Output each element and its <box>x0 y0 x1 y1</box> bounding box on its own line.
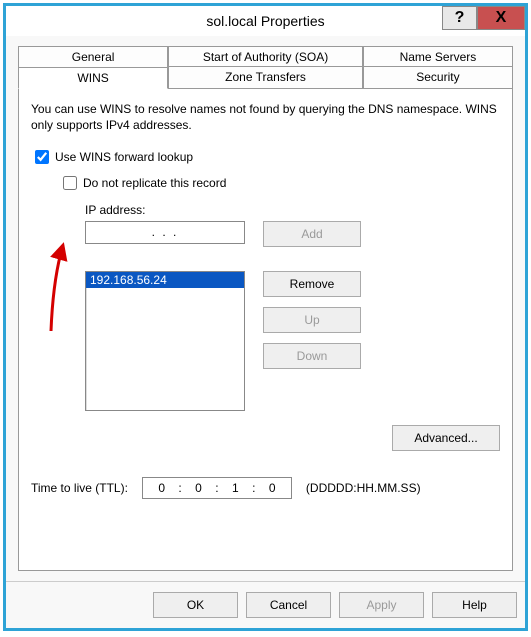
titlebar: sol.local Properties ? X <box>6 6 525 36</box>
ttl-format: (DDDDD:HH.MM.SS) <box>306 481 421 495</box>
ttl-minutes[interactable]: 1 <box>221 481 251 495</box>
remove-button[interactable]: Remove <box>263 271 361 297</box>
ttl-input[interactable]: 0: 0: 1: 0 <box>142 477 292 499</box>
titlebar-buttons: ? X <box>442 6 525 30</box>
dialog-footer: OK Cancel Apply Help <box>6 581 525 628</box>
apply-button[interactable]: Apply <box>339 592 424 618</box>
cancel-button[interactable]: Cancel <box>246 592 331 618</box>
help-button[interactable]: ? <box>442 6 477 30</box>
do-not-replicate-label: Do not replicate this record <box>83 176 226 190</box>
ttl-label: Time to live (TTL): <box>31 481 128 495</box>
description-text: You can use WINS to resolve names not fo… <box>31 101 500 133</box>
use-wins-label: Use WINS forward lookup <box>55 150 193 164</box>
tabs-row-1: General Start of Authority (SOA) Name Se… <box>18 46 513 67</box>
close-button[interactable]: X <box>477 6 525 30</box>
tab-panel: You can use WINS to resolve names not fo… <box>18 88 513 571</box>
ttl-seconds[interactable]: 0 <box>257 481 287 495</box>
annotation-arrow-icon <box>43 239 83 339</box>
add-button[interactable]: Add <box>263 221 361 247</box>
advanced-button[interactable]: Advanced... <box>392 425 500 451</box>
tab-zone-transfers[interactable]: Zone Transfers <box>168 66 363 88</box>
ip-listbox[interactable]: 192.168.56.24 <box>85 271 245 411</box>
ip-section: IP address: . . . Add 192.168.56.24 Remo… <box>85 203 500 411</box>
help-footer-button[interactable]: Help <box>432 592 517 618</box>
do-not-replicate-checkbox[interactable] <box>63 176 77 190</box>
tab-wins[interactable]: WINS <box>18 67 168 89</box>
properties-window: sol.local Properties ? X General Start o… <box>3 3 528 631</box>
down-button[interactable]: Down <box>263 343 361 369</box>
ok-button[interactable]: OK <box>153 592 238 618</box>
list-item[interactable]: 192.168.56.24 <box>86 272 244 288</box>
tabs-row-2: WINS Zone Transfers Security <box>18 66 513 88</box>
up-button[interactable]: Up <box>263 307 361 333</box>
workarea: General Start of Authority (SOA) Name Se… <box>6 36 525 581</box>
use-wins-row[interactable]: Use WINS forward lookup <box>31 147 500 167</box>
ttl-hours[interactable]: 0 <box>184 481 214 495</box>
tab-soa[interactable]: Start of Authority (SOA) <box>168 46 363 67</box>
use-wins-checkbox[interactable] <box>35 150 49 164</box>
tab-security[interactable]: Security <box>363 66 513 88</box>
window-title: sol.local Properties <box>206 13 324 29</box>
tab-name-servers[interactable]: Name Servers <box>363 46 513 67</box>
do-not-replicate-row[interactable]: Do not replicate this record <box>59 173 500 193</box>
tab-general[interactable]: General <box>18 46 168 67</box>
ttl-days[interactable]: 0 <box>147 481 177 495</box>
ip-address-label: IP address: <box>85 203 500 217</box>
ip-address-input[interactable]: . . . <box>85 221 245 244</box>
